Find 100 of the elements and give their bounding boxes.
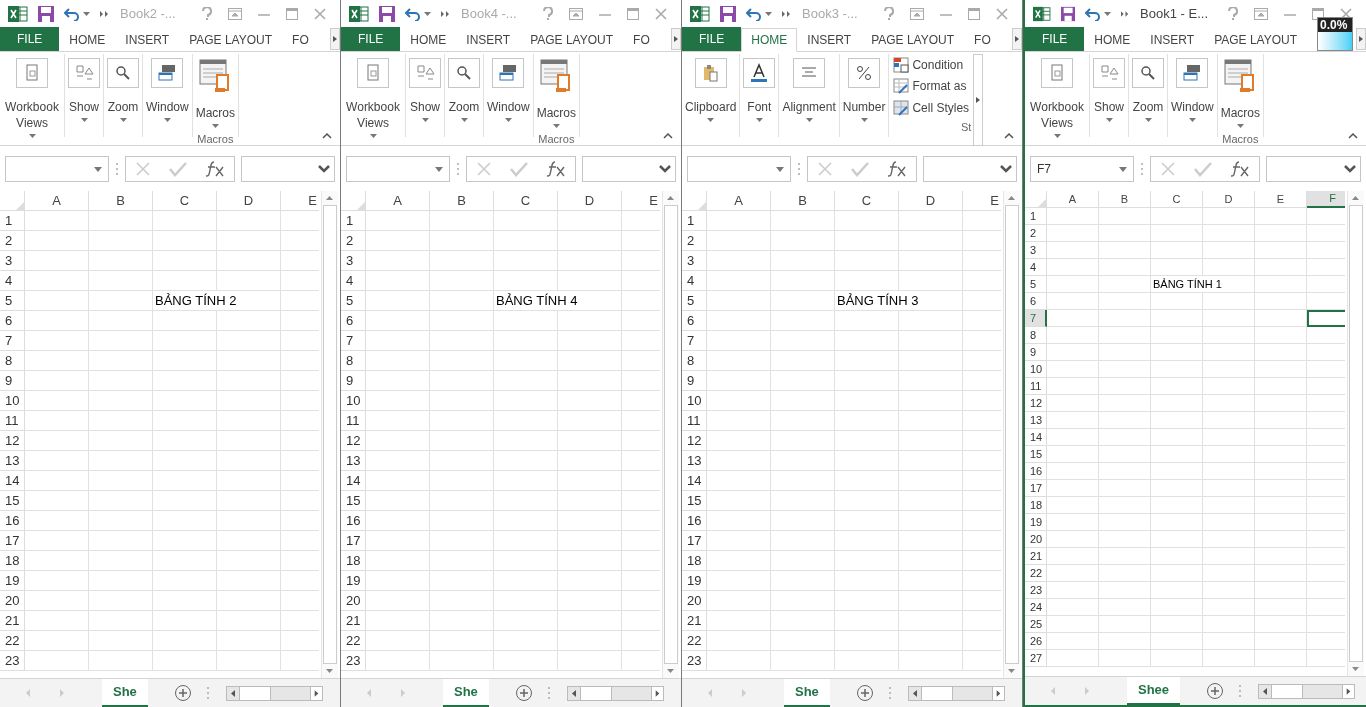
drag-handle-icon[interactable] — [205, 686, 210, 700]
row-header[interactable]: 1 — [0, 211, 25, 231]
undo-icon[interactable] — [64, 7, 80, 21]
checkmark-icon[interactable] — [1194, 161, 1212, 177]
column-header[interactable]: D — [899, 191, 963, 211]
sheet-tab[interactable]: She — [443, 678, 489, 707]
ribbon-button[interactable]: Font — [743, 54, 776, 125]
tab-scroll-button[interactable] — [1012, 28, 1022, 50]
save-icon[interactable] — [379, 6, 395, 22]
name-box[interactable] — [5, 156, 109, 182]
ribbon-button[interactable]: Macros — [195, 54, 236, 131]
ribbon-button[interactable]: Workbook Views — [344, 54, 402, 141]
select-all-corner[interactable] — [682, 191, 707, 211]
row-header[interactable]: 18 — [1025, 497, 1047, 514]
row-header[interactable]: 15 — [341, 491, 366, 511]
row-header[interactable]: 4 — [1025, 259, 1047, 276]
help-icon[interactable] — [543, 7, 553, 21]
drag-handle-icon[interactable] — [456, 162, 460, 176]
row-header[interactable]: 4 — [682, 271, 707, 291]
row-header[interactable]: 14 — [682, 471, 707, 491]
horizontal-scrollbar[interactable] — [225, 685, 323, 701]
spreadsheet-app-icon[interactable] — [8, 5, 28, 23]
ribbon-display-icon[interactable] — [910, 8, 924, 20]
collapse-ribbon-icon[interactable] — [1004, 133, 1014, 139]
row-header[interactable]: 20 — [0, 591, 25, 611]
checkmark-icon[interactable] — [169, 161, 187, 177]
previous-sheet-icon[interactable] — [706, 688, 714, 698]
sheet-tab[interactable]: Shee — [1127, 676, 1181, 705]
help-icon[interactable] — [884, 7, 894, 21]
row-header[interactable]: 8 — [1025, 327, 1047, 344]
previous-sheet-icon[interactable] — [365, 688, 373, 698]
row-header[interactable]: 5 — [682, 291, 707, 311]
column-header[interactable]: F — [1307, 191, 1345, 208]
row-header[interactable]: 23 — [682, 651, 707, 671]
maximize-icon[interactable] — [1312, 8, 1324, 20]
spreadsheet-app-icon[interactable] — [349, 5, 369, 23]
ribbon-button[interactable]: Clipboard — [685, 54, 737, 125]
row-header[interactable]: 7 — [0, 331, 25, 351]
cancel-icon[interactable] — [476, 161, 492, 177]
row-header[interactable]: 25 — [1025, 616, 1047, 633]
row-header[interactable]: 3 — [682, 251, 707, 271]
column-header[interactable]: D — [217, 191, 281, 211]
row-header[interactable]: 10 — [0, 391, 25, 411]
row-header[interactable]: 18 — [341, 551, 366, 571]
add-sheet-icon[interactable] — [1206, 682, 1225, 700]
horizontal-scrollbar[interactable] — [907, 685, 1005, 701]
column-header[interactable]: B — [89, 191, 153, 211]
row-header[interactable]: 18 — [0, 551, 25, 571]
ribbon-display-icon[interactable] — [228, 8, 242, 20]
row-header[interactable]: 11 — [0, 411, 25, 431]
ribbon-tab[interactable]: PAGE LAYOUT — [1204, 28, 1308, 52]
row-header[interactable]: 11 — [682, 411, 707, 431]
ribbon-button[interactable]: Window — [146, 54, 189, 125]
row-header[interactable]: 20 — [341, 591, 366, 611]
tab-scroll-button[interactable] — [1356, 28, 1366, 50]
ribbon-tab[interactable]: HOME — [741, 28, 798, 52]
vertical-scrollbar[interactable] — [1003, 191, 1020, 678]
more-commands-icon[interactable] — [782, 10, 792, 18]
checkmark-icon[interactable] — [851, 161, 869, 177]
row-header[interactable]: 23 — [341, 651, 366, 671]
row-header[interactable]: 19 — [0, 571, 25, 591]
select-all-corner[interactable] — [0, 191, 25, 211]
function-icon[interactable] — [205, 161, 225, 177]
help-icon[interactable] — [1228, 7, 1238, 21]
ribbon-scroll-button[interactable] — [973, 54, 984, 146]
horizontal-scrollbar[interactable] — [1258, 683, 1356, 699]
drag-handle-icon[interactable] — [1238, 684, 1243, 698]
row-header[interactable]: 7 — [1025, 310, 1047, 327]
formula-field[interactable] — [923, 156, 1017, 182]
row-header[interactable]: 21 — [682, 611, 707, 631]
grid-cell[interactable]: BẢNG TÍNH 4 — [494, 291, 622, 311]
next-sheet-icon[interactable] — [399, 688, 407, 698]
column-header[interactable]: A — [707, 191, 771, 211]
undo-icon[interactable] — [1085, 7, 1102, 21]
formula-field[interactable] — [582, 156, 676, 182]
more-commands-icon[interactable] — [441, 10, 451, 18]
scroll-right-icon[interactable] — [991, 686, 1004, 700]
drag-handle-icon[interactable] — [887, 686, 892, 700]
ribbon-tab[interactable]: FO — [623, 28, 660, 52]
row-header[interactable]: 5 — [0, 291, 25, 311]
column-header[interactable]: D — [1203, 191, 1255, 208]
row-header[interactable]: 5 — [341, 291, 366, 311]
grid-cell[interactable]: BẢNG TÍNH 1 — [1151, 276, 1255, 293]
previous-sheet-icon[interactable] — [24, 688, 32, 698]
name-box[interactable] — [687, 156, 791, 182]
formula-field[interactable] — [1266, 156, 1361, 182]
row-header[interactable]: 13 — [1025, 412, 1047, 429]
row-header[interactable]: 14 — [1025, 429, 1047, 446]
tab-scroll-button[interactable] — [671, 28, 681, 50]
row-header[interactable]: 17 — [0, 531, 25, 551]
ribbon-button[interactable]: Window — [487, 54, 530, 125]
row-header[interactable]: 4 — [0, 271, 25, 291]
column-header[interactable]: B — [1099, 191, 1151, 208]
row-header[interactable]: 16 — [1025, 463, 1047, 480]
row-header[interactable]: 3 — [1025, 242, 1047, 259]
function-icon[interactable] — [546, 161, 566, 177]
row-header[interactable]: 10 — [1025, 361, 1047, 378]
column-header[interactable]: A — [366, 191, 430, 211]
drag-handle-icon[interactable] — [546, 686, 551, 700]
row-header[interactable]: 19 — [1025, 514, 1047, 531]
